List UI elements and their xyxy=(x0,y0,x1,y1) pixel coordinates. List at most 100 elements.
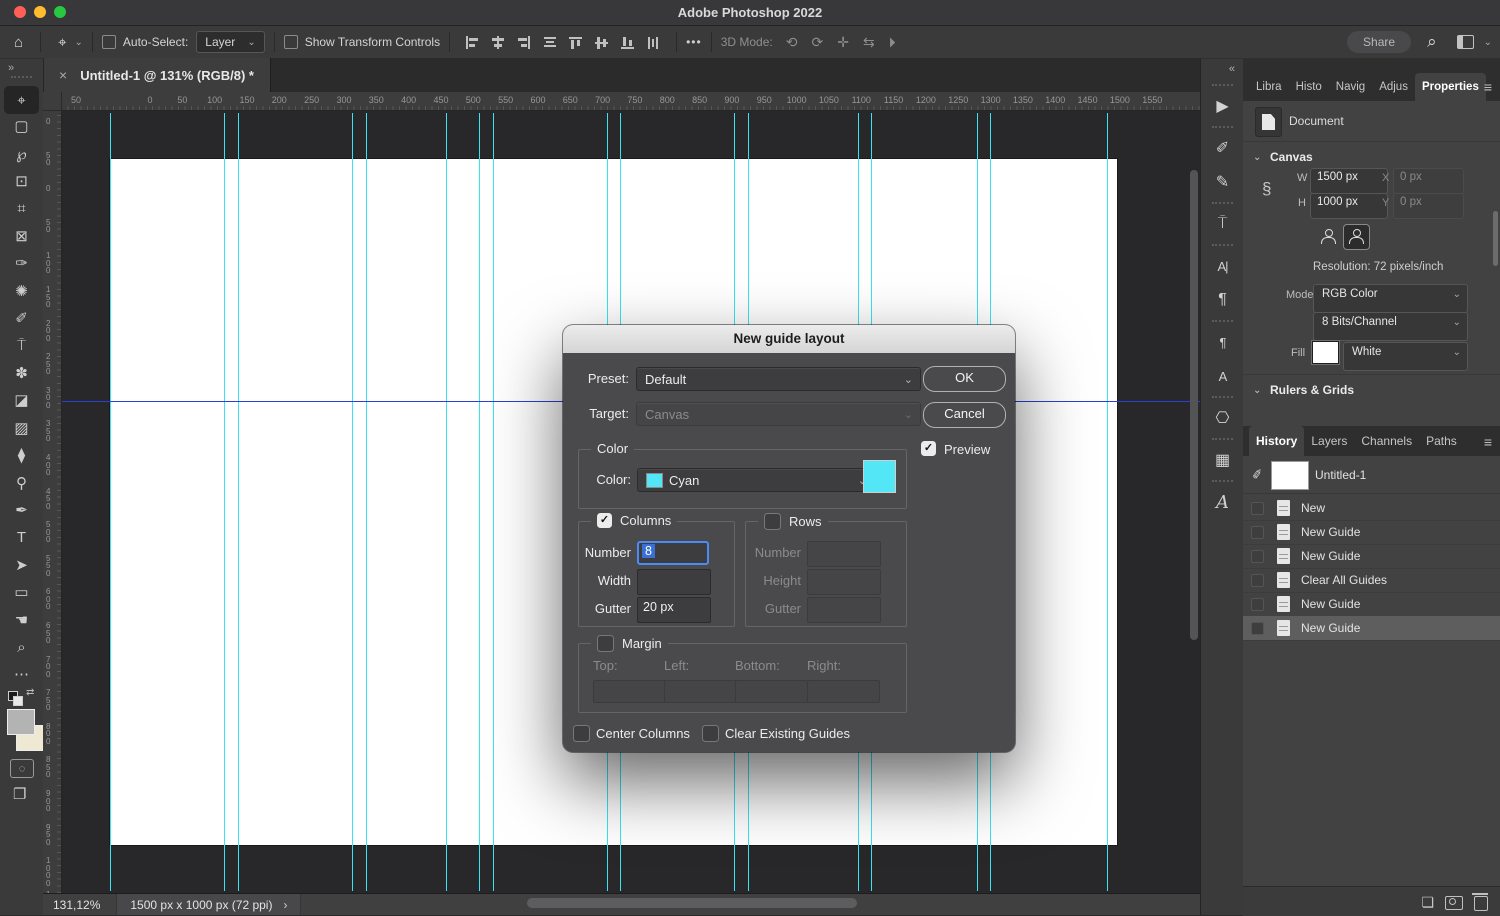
brushes-icon[interactable]: ✎ xyxy=(1201,165,1244,199)
cancel-button[interactable]: Cancel xyxy=(923,402,1006,428)
chevron-down-icon[interactable]: ⌄ xyxy=(75,37,83,48)
portrait-orientation-button[interactable] xyxy=(1315,225,1340,249)
close-tab-icon[interactable]: × xyxy=(59,67,67,83)
history-source-checkbox[interactable] xyxy=(1251,502,1264,515)
character-styles-icon[interactable]: A xyxy=(1201,359,1244,393)
zoom-window-button[interactable] xyxy=(54,6,66,18)
share-button[interactable]: Share xyxy=(1347,31,1411,53)
tab-paths[interactable]: Paths xyxy=(1419,426,1464,456)
zoom-tool[interactable]: ⌕ xyxy=(0,634,43,660)
move-tool[interactable]: ⌖ xyxy=(4,86,39,114)
quick-mask-icon[interactable]: ◌ xyxy=(10,759,34,778)
history-brush-source-icon[interactable]: ✐ xyxy=(1251,466,1265,484)
edit-toolbar-icon[interactable]: ⋯ xyxy=(0,661,43,687)
tab-layers[interactable]: Layers xyxy=(1304,426,1354,456)
zoom-level[interactable]: 131,12% xyxy=(53,898,100,912)
fill-color-swatch[interactable] xyxy=(1312,341,1339,364)
drag-handle[interactable] xyxy=(1201,435,1244,443)
paragraph-styles-icon[interactable]: ¶ xyxy=(1201,325,1244,359)
tab-history[interactable]: History xyxy=(1249,426,1304,456)
guide-color-dropdown[interactable]: Cyan ⌄ xyxy=(637,468,875,492)
actions-icon[interactable]: ▶ xyxy=(1201,89,1244,123)
history-state-row[interactable]: New Guide xyxy=(1243,592,1500,617)
canvas-height-field[interactable]: 1000 px xyxy=(1310,193,1388,219)
blur-tool[interactable]: ⧫ xyxy=(0,442,43,468)
ok-button[interactable]: OK xyxy=(923,366,1006,392)
history-brush-tool[interactable]: ✽ xyxy=(0,360,43,386)
bit-depth-dropdown[interactable]: 8 Bits/Channel⌄ xyxy=(1313,312,1468,341)
gradient-tool[interactable]: ▨ xyxy=(0,415,43,441)
swap-colors-icon[interactable]: ⇄ xyxy=(26,687,34,698)
drag-handle[interactable] xyxy=(1201,199,1244,207)
drag-handle[interactable] xyxy=(1201,241,1244,249)
dodge-tool[interactable]: ⚲ xyxy=(0,470,43,496)
character-panel-icon[interactable]: A| xyxy=(1201,249,1244,283)
align-top-icon[interactable] xyxy=(569,36,583,49)
distribute-horizontal-icon[interactable] xyxy=(647,36,661,49)
history-state-row[interactable]: New Guide xyxy=(1243,544,1500,569)
eyedropper-tool[interactable]: ✑ xyxy=(0,250,43,276)
screen-mode-icon[interactable]: ❐ xyxy=(13,785,26,803)
history-state-row[interactable]: New xyxy=(1243,496,1500,521)
align-center-v-icon[interactable] xyxy=(595,36,609,49)
show-transform-checkbox[interactable] xyxy=(284,35,298,49)
horizontal-scrollbar[interactable] xyxy=(527,898,857,908)
vertical-ruler[interactable]: 0500501001502002503003504004505005506006… xyxy=(43,110,62,893)
paragraph-panel-icon[interactable]: ¶ xyxy=(1201,283,1244,317)
history-source-checkbox[interactable] xyxy=(1251,598,1264,611)
history-source-row[interactable]: ✐ Untitled-1 xyxy=(1243,459,1500,492)
panel-scrollbar[interactable] xyxy=(1493,211,1498,266)
drag-handle[interactable] xyxy=(1201,123,1244,131)
pen-tool[interactable]: ✒ xyxy=(0,497,43,523)
history-state-row[interactable]: Clear All Guides xyxy=(1243,568,1500,593)
new-document-from-state-icon[interactable]: ❏ xyxy=(1421,894,1434,911)
path-selection-tool[interactable]: ➤ xyxy=(0,552,43,578)
columns-gutter-field[interactable]: 20 px xyxy=(637,597,711,623)
collapse-dock-icon[interactable]: « xyxy=(1229,63,1235,75)
document-tab[interactable]: × Untitled-1 @ 131% (RGB/8) * xyxy=(43,58,271,92)
preset-dropdown[interactable]: Default ⌄ xyxy=(636,367,921,391)
pattern-preview-icon[interactable]: ▦ xyxy=(1201,443,1244,477)
brush-tool[interactable]: ✐ xyxy=(0,305,43,331)
expand-toolbar-icon[interactable]: » xyxy=(8,62,14,74)
panel-menu-icon[interactable]: ≡ xyxy=(1484,79,1492,95)
drag-handle[interactable] xyxy=(1201,477,1244,485)
move-tool-icon[interactable]: ⌖ xyxy=(58,34,66,51)
tab-histo[interactable]: Histo xyxy=(1289,73,1329,101)
history-source-checkbox[interactable] xyxy=(1251,526,1264,539)
close-window-button[interactable] xyxy=(14,6,26,18)
delete-state-icon[interactable] xyxy=(1474,896,1488,911)
drag-handle[interactable] xyxy=(1201,393,1244,401)
clone-source-icon[interactable]: ⍑ xyxy=(1201,207,1244,241)
columns-checkbox[interactable]: ✓ xyxy=(597,513,612,528)
canvas-width-field[interactable]: 1500 px xyxy=(1310,168,1388,194)
rectangular-marquee-tool[interactable]: ▢ xyxy=(0,113,43,139)
drag-handle[interactable] xyxy=(1201,81,1244,89)
search-icon[interactable]: ⌕ xyxy=(1427,32,1437,52)
hand-tool[interactable]: ☚ xyxy=(0,607,43,633)
columns-number-field[interactable]: 8 xyxy=(637,541,709,565)
tab-navig[interactable]: Navig xyxy=(1329,73,1372,101)
chevron-down-icon[interactable]: ⌄ xyxy=(1484,37,1492,48)
history-state-row[interactable]: New Guide xyxy=(1243,520,1500,545)
clear-existing-guides-checkbox[interactable] xyxy=(702,725,719,742)
panel-menu-icon[interactable]: ≡ xyxy=(1484,434,1492,450)
drag-handle[interactable] xyxy=(11,76,32,78)
history-state-row[interactable]: New Guide xyxy=(1243,616,1500,641)
tab-adjus[interactable]: Adjus xyxy=(1372,73,1415,101)
glyphs-panel-icon[interactable]: A xyxy=(1201,485,1244,519)
center-columns-checkbox[interactable] xyxy=(573,725,590,742)
align-left-icon[interactable] xyxy=(465,36,479,49)
columns-width-field[interactable] xyxy=(637,569,711,595)
document-properties-icon[interactable] xyxy=(1255,107,1282,137)
eraser-tool[interactable]: ◪ xyxy=(0,387,43,413)
new-snapshot-icon[interactable] xyxy=(1445,896,1463,910)
rectangle-tool[interactable]: ▭ xyxy=(0,579,43,605)
3d-panel-icon[interactable]: ⎔ xyxy=(1201,401,1244,435)
home-icon[interactable]: ⌂ xyxy=(14,34,23,51)
rows-checkbox[interactable] xyxy=(764,513,781,530)
more-options-icon[interactable]: ••• xyxy=(686,35,702,49)
align-right-icon[interactable] xyxy=(517,36,531,49)
history-source-checkbox[interactable] xyxy=(1251,550,1264,563)
drag-handle[interactable] xyxy=(1201,317,1244,325)
